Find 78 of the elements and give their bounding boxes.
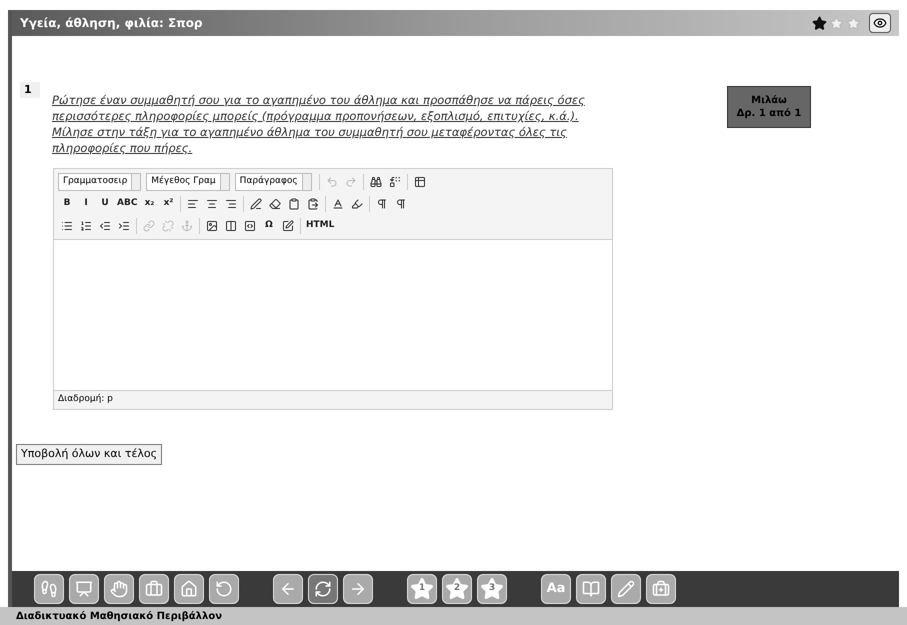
briefcase-icon (145, 580, 163, 598)
code-icon (244, 220, 256, 232)
path-label: Διαδρομή: p (58, 393, 113, 406)
highlighter-icon (351, 198, 364, 210)
presentation-icon (75, 580, 93, 598)
toolbar-button[interactable] (34, 574, 64, 604)
toolbar-button[interactable] (174, 574, 204, 604)
star-icon (812, 16, 827, 30)
star-icon (480, 577, 504, 601)
briefcase-plus-icon (652, 580, 670, 598)
editor-dropdown[interactable]: Γραμματοσειρ (58, 173, 142, 191)
eye-icon (873, 16, 887, 30)
text-color-icon (332, 198, 344, 210)
columns-icon (225, 220, 237, 232)
star-icon (846, 16, 861, 30)
toolbar-button[interactable] (611, 574, 641, 604)
star-icon (829, 16, 844, 30)
format-button[interactable]: Ω (260, 217, 278, 235)
align-right-icon (225, 198, 238, 210)
format-button[interactable]: U (96, 195, 114, 213)
format-button[interactable]: I (77, 195, 95, 213)
pilcrow-icon (395, 198, 408, 210)
replace-icon (388, 176, 401, 188)
outdent-icon (99, 220, 111, 232)
format-button[interactable]: x₂ (140, 195, 158, 213)
level-button[interactable]: 2 (442, 574, 472, 604)
format-button[interactable]: x² (159, 195, 178, 213)
arrow-right-icon (349, 580, 367, 598)
unlink-icon (162, 220, 174, 232)
sync-icon (314, 580, 332, 598)
image-icon (206, 220, 218, 232)
find-icon (370, 176, 382, 188)
book-icon (582, 580, 600, 598)
clipboard-icon (288, 198, 300, 210)
toolbar-button[interactable] (209, 574, 239, 604)
question-number: 1 (20, 82, 40, 98)
home-icon (180, 580, 198, 598)
numbered-list-icon (80, 220, 92, 232)
eraser-icon (269, 198, 282, 210)
hand-icon (110, 580, 128, 598)
level-button[interactable]: 3 (477, 574, 507, 604)
submit-button[interactable]: Υποβολή όλων και τέλος (16, 444, 162, 464)
toolbar-button[interactable] (273, 574, 303, 604)
editor-dropdown[interactable]: Παράγραφος (234, 173, 312, 191)
question-text: Ρώτησε έναν συμμαθητή σου για το αγαπημένο του άθλημα και προσπάθησε να πάρεις όσες περισσότερες πληροφορίες μπορείς (πρόγραμμα προπονήσεων, εξοπλισμό, επιτυχίες, κ.ά.). Μίλησε στην τάξη για το αγαπημένο άθλημα του συμμαθητή σου μεταφέροντας όλες τις πληροφορίες που πήρες. (52, 92, 586, 156)
indent-icon (118, 220, 130, 232)
view-button[interactable] (869, 13, 891, 33)
editor-dropdown[interactable]: Μέγεθος Γραμ (146, 173, 230, 191)
pen-icon (250, 198, 262, 210)
toolbar-button[interactable] (646, 574, 676, 604)
format-button[interactable]: B (58, 195, 76, 213)
toolbar-button[interactable] (104, 574, 134, 604)
page-title: Υγεία, άθληση, φιλία: Σπορ (20, 15, 203, 32)
toolbar-button[interactable] (69, 574, 99, 604)
footer-text: Διαδικτυακό Μαθησιακό Περιβάλλον (16, 610, 222, 624)
toolbar-button[interactable] (139, 574, 169, 604)
pilcrow-icon (376, 198, 388, 210)
undo-icon (326, 176, 338, 188)
star-icon (410, 577, 434, 601)
anchor-icon (181, 220, 193, 232)
toolbar-button[interactable] (343, 574, 373, 604)
paste-icon (307, 198, 320, 210)
format-button[interactable]: HTML (304, 217, 336, 235)
level-button[interactable]: 1 (407, 574, 437, 604)
redo-icon (344, 176, 357, 188)
pencil-icon (617, 580, 635, 598)
edit-icon (282, 220, 294, 232)
star-icon (445, 577, 469, 601)
toolbar-button[interactable] (308, 574, 338, 604)
format-button[interactable]: ABC (115, 195, 140, 213)
toolbar-button[interactable] (576, 574, 606, 604)
footprints-icon (40, 580, 58, 598)
align-center-icon (206, 198, 218, 210)
table-icon (414, 176, 426, 188)
align-left-icon (187, 198, 200, 210)
speak-button[interactable]: Μιλάω Δρ. 1 από 1 (727, 86, 811, 128)
link-icon (143, 220, 155, 232)
refresh-icon (215, 580, 233, 598)
